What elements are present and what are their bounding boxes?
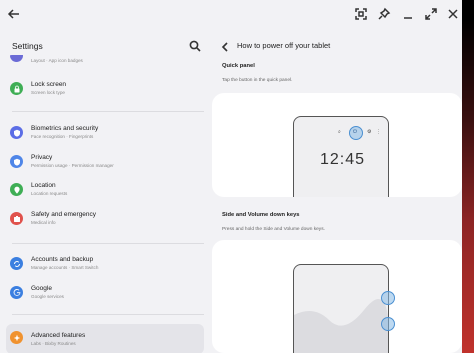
section-heading: Quick panel (222, 63, 255, 69)
lock-icon (10, 82, 23, 95)
wallpaper-illustration (294, 299, 388, 353)
gear-icon: ⚙ (367, 129, 372, 135)
tablet-illustration: ⌕ ⏻ ⚙ ⋮ 12:45 (293, 116, 389, 197)
sync-icon (10, 257, 23, 270)
settings-item-subtitle: Medical info (31, 220, 56, 225)
divider (12, 314, 204, 315)
layout-icon (10, 55, 23, 62)
settings-item-subtitle: Screen lock type (31, 90, 65, 95)
close-icon (448, 9, 458, 19)
screenshot-icon (355, 8, 367, 20)
clock-text: 12:45 (320, 151, 366, 168)
settings-item-privacy[interactable]: Privacy Permission usage · Permission ma… (6, 149, 204, 177)
chevron-left-icon (221, 42, 228, 52)
minimize-icon (404, 17, 412, 19)
settings-item-subtitle: Face recognition · Fingerprints (31, 134, 94, 139)
settings-item-accounts[interactable]: Accounts and backup Manage accounts · Sm… (6, 251, 204, 279)
search-button[interactable] (189, 39, 201, 52)
volume-down-key-highlight (381, 317, 395, 331)
settings-item-subtitle: Location requests (31, 191, 68, 196)
privacy-icon (10, 155, 23, 168)
guide-back-button[interactable] (220, 39, 232, 52)
back-button[interactable] (4, 4, 24, 24)
google-icon (10, 286, 23, 299)
settings-item-biometrics[interactable]: Biometrics and security Face recognition… (6, 120, 204, 148)
maximize-button[interactable] (421, 4, 441, 24)
section-description: Press and hold the Side and Volume down … (222, 227, 325, 232)
settings-item-safety[interactable]: Safety and emergency Medical info (6, 206, 204, 234)
settings-item-title: Lock screen (31, 81, 67, 88)
settings-item-title: Google (31, 285, 52, 292)
settings-item-title: Privacy (31, 154, 53, 161)
settings-item-lock-screen[interactable]: Lock screen Screen lock type (6, 76, 204, 104)
settings-item-title: Biometrics and security (31, 125, 99, 132)
more-icon: ⋮ (376, 129, 381, 135)
settings-item-title: Location (31, 182, 56, 189)
guide-title: How to power off your tablet (237, 41, 331, 50)
settings-item-title: Advanced features (31, 332, 86, 339)
section-heading: Side and Volume down keys (222, 212, 300, 218)
settings-item-google[interactable]: Google Google services (6, 280, 204, 308)
settings-item-subtitle: Layout · App icon badges (31, 58, 83, 63)
settings-item-subtitle: Permission usage · Permission manager (31, 163, 114, 168)
maximize-icon (425, 8, 437, 20)
arrow-left-icon (7, 9, 19, 19)
minimize-button[interactable] (398, 4, 418, 24)
settings-item-subtitle: Labs · Bixby Routines (31, 341, 76, 346)
screenshot-button[interactable] (351, 4, 371, 24)
quick-panel-illustration: ⌕ ⏻ ⚙ ⋮ 12:45 (212, 93, 462, 197)
settings-item-title: Safety and emergency (31, 211, 97, 218)
emergency-icon (10, 212, 23, 225)
settings-item-layout[interactable]: Layout · App icon badges (6, 55, 204, 69)
settings-item-subtitle: Google services (31, 294, 64, 299)
settings-list-pane: Settings Layout · App icon badges Lock s… (0, 27, 208, 353)
search-icon (189, 40, 201, 52)
location-icon (10, 183, 23, 196)
side-key-highlight (381, 291, 395, 305)
pin-icon (378, 7, 391, 20)
settings-app: Settings Layout · App icon badges Lock s… (0, 27, 462, 353)
side-keys-illustration (212, 240, 462, 353)
divider (12, 111, 204, 112)
wallpaper-edge (462, 0, 474, 353)
section-description: Tap the button in the quick panel. (222, 78, 293, 83)
advanced-features-icon (10, 331, 23, 344)
pin-button[interactable] (374, 4, 394, 24)
settings-item-title: Accounts and backup (31, 256, 94, 263)
tablet-illustration (293, 264, 389, 353)
settings-item-subtitle: Manage accounts · Smart Switch (31, 265, 99, 270)
power-icon: ⏻ (353, 129, 357, 135)
shield-icon (10, 126, 23, 139)
search-icon: ⌕ (338, 129, 341, 135)
divider (12, 243, 204, 244)
title-bar (0, 0, 462, 27)
settings-title: Settings (12, 41, 43, 51)
settings-item-advanced-features[interactable]: Advanced features Labs · Bixby Routines (6, 324, 204, 353)
guide-pane: How to power off your tablet Quick panel… (208, 27, 462, 353)
close-button[interactable] (443, 4, 463, 24)
settings-item-location[interactable]: Location Location requests (6, 177, 204, 205)
